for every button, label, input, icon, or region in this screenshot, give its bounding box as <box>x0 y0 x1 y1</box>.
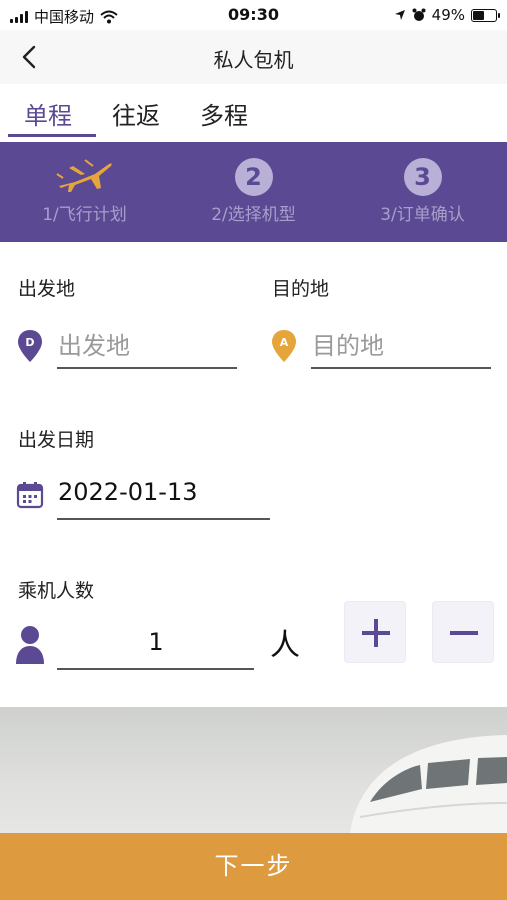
jet-nose-illustration <box>350 735 507 833</box>
destination-label: 目的地 <box>272 278 330 300</box>
decrement-button[interactable] <box>432 601 494 663</box>
step-number: 3 <box>403 158 442 196</box>
battery-percent: 49% <box>431 6 465 24</box>
increment-button[interactable] <box>344 601 406 663</box>
minus-icon <box>450 631 478 635</box>
step-number: 2 <box>234 158 273 196</box>
destination-input[interactable]: 目的地 <box>312 326 384 361</box>
destination-underline <box>311 367 491 369</box>
date-label: 出发日期 <box>18 429 95 451</box>
departure-input[interactable]: 出发地 <box>58 326 130 361</box>
battery-icon <box>471 8 500 22</box>
destination-pin-icon: A <box>272 330 296 362</box>
passenger-unit-label: 人 <box>270 628 300 663</box>
step-order-confirm: 3 3/订单确认 <box>338 142 507 242</box>
passenger-count-label: 乘机人数 <box>18 580 95 602</box>
step-indicator: 1/飞行计划 2 2/选择机型 3 3/订单确认 <box>0 142 507 242</box>
departure-pin-icon: D <box>18 330 42 362</box>
plus-icon <box>362 619 390 647</box>
departure-underline <box>57 367 237 369</box>
tab-round-trip[interactable]: 往返 <box>112 96 160 131</box>
next-step-button[interactable]: 下一步 <box>0 833 507 900</box>
status-bar: 中国移动 09:30 49% <box>0 0 507 30</box>
step-label: 3/订单确认 <box>380 205 465 225</box>
step-label: 2/选择机型 <box>211 205 296 225</box>
step-flight-plan: 1/飞行计划 <box>0 142 169 242</box>
tab-multi-city[interactable]: 多程 <box>200 96 248 131</box>
airplane-icon <box>55 159 112 192</box>
battery-fill <box>473 10 484 20</box>
location-arrow-icon <box>394 10 405 20</box>
person-icon <box>16 626 44 664</box>
status-right: 49% <box>394 6 500 24</box>
nav-bar: 私人包机 <box>0 30 507 84</box>
date-input[interactable]: 2022-01-13 <box>58 478 197 506</box>
step-label: 1/飞行计划 <box>42 205 127 225</box>
departure-pin-badge: D <box>25 336 34 349</box>
passenger-count-underline <box>57 668 254 670</box>
date-underline <box>57 518 270 520</box>
tab-one-way[interactable]: 单程 <box>24 96 72 131</box>
step-select-aircraft: 2 2/选择机型 <box>169 142 338 242</box>
destination-pin-badge: A <box>280 336 289 349</box>
passenger-count-input[interactable]: 1 <box>58 628 254 656</box>
trip-type-tabs: 单程 往返 多程 <box>0 86 507 142</box>
active-tab-indicator <box>8 134 96 137</box>
aircraft-background-image <box>0 707 507 833</box>
departure-label: 出发地 <box>18 278 76 300</box>
calendar-icon <box>16 482 44 509</box>
alarm-icon <box>412 8 426 21</box>
page-title: 私人包机 <box>213 48 294 72</box>
